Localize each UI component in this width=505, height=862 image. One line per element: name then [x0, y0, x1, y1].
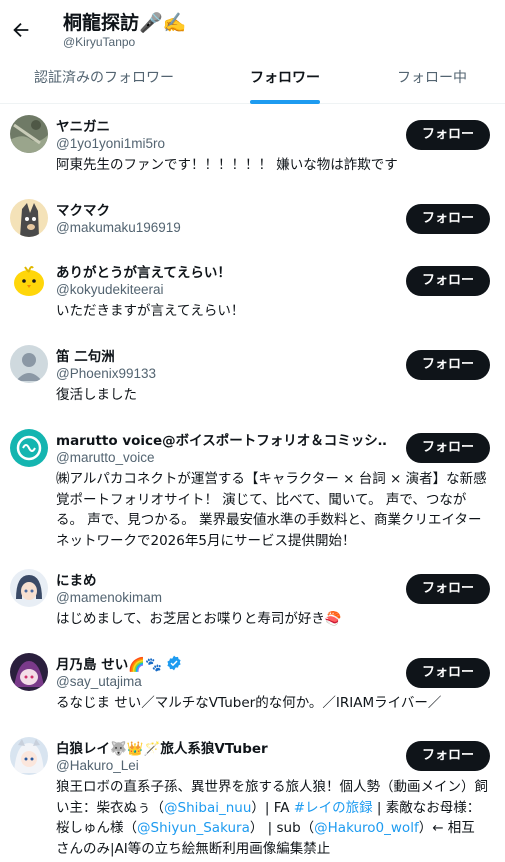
- user-bio: 復活しました: [56, 387, 137, 403]
- user-name[interactable]: にまめ: [56, 569, 97, 589]
- user-name-text[interactable]: 月乃島 せい🌈🐾: [56, 653, 162, 673]
- user-handle[interactable]: @Hakuro_Lei: [56, 758, 139, 773]
- user-bio: はじめまして、お芝居とお喋りと寿司が好き🍣: [56, 611, 342, 627]
- user-name[interactable]: 月乃島 せい🌈🐾: [56, 653, 182, 673]
- user-handle[interactable]: @1yo1yoni1mi5ro: [56, 136, 165, 151]
- avatar[interactable]: [10, 115, 48, 153]
- bio-text: ） | sub（: [249, 820, 315, 836]
- user-name[interactable]: マクマク: [56, 199, 110, 219]
- user-name[interactable]: 白狼レイ🐺👑🪄旅人系狼VTuber: [56, 737, 268, 757]
- profile-title: 桐龍探訪🎤✍️: [63, 12, 187, 34]
- user-handle[interactable]: @marutto_voice: [56, 450, 155, 465]
- follow-button[interactable]: フォロー: [406, 433, 490, 463]
- avatar[interactable]: [10, 429, 48, 467]
- avatar[interactable]: [10, 653, 48, 691]
- user-handle[interactable]: @Phoenix99133: [56, 366, 156, 381]
- user-name[interactable]: ヤニガニ: [56, 115, 110, 135]
- user-name[interactable]: ありがとうが言えてえらい！: [56, 261, 231, 281]
- bio-mention-link[interactable]: @Hakuro0_wolf: [314, 820, 419, 836]
- user-bio: いただきますが言えてえらい！: [56, 303, 245, 319]
- user-name[interactable]: 笛 二句洲: [56, 345, 115, 365]
- user-bio: ㈱アルパカコネクトが運営する【キャラクター × 台詞 × 演者】な新感覚ポートフ…: [56, 471, 487, 549]
- user-handle[interactable]: @say_utajima: [56, 674, 142, 689]
- bio-text: ）| FA: [251, 799, 294, 816]
- profile-header: 桐龍探訪🎤✍️ @KiryuTanpo: [0, 0, 505, 56]
- verified-badge-icon: [167, 655, 181, 671]
- user-name[interactable]: marutto voice@ボイスポートフォリオ＆コミッシ…: [56, 429, 386, 449]
- tab-following[interactable]: フォロー中: [397, 56, 467, 104]
- bio-mention-link[interactable]: @Shiyun_Sakura: [137, 820, 250, 836]
- follow-button[interactable]: フォロー: [406, 120, 490, 150]
- back-arrow-icon[interactable]: [10, 19, 32, 41]
- tab-followers[interactable]: フォロワー: [250, 56, 320, 104]
- follower-tabs: 認証済みのフォロワー フォロワー フォロー中: [0, 56, 505, 104]
- follow-button[interactable]: フォロー: [406, 741, 490, 771]
- follow-button[interactable]: フォロー: [406, 350, 490, 380]
- bio-mention-link[interactable]: @Shibai_nuu: [164, 800, 251, 816]
- avatar[interactable]: [10, 737, 48, 775]
- follow-button[interactable]: フォロー: [406, 204, 490, 234]
- avatar[interactable]: [10, 261, 48, 299]
- bio-hashtag-link[interactable]: #レイの旅録: [294, 800, 373, 816]
- user-handle[interactable]: @kokyudekiteerai: [56, 282, 164, 297]
- follow-button[interactable]: フォロー: [406, 574, 490, 604]
- profile-handle: @KiryuTanpo: [63, 35, 136, 49]
- active-tab-indicator: [250, 100, 320, 104]
- follow-button[interactable]: フォロー: [406, 658, 490, 688]
- user-name-text[interactable]: marutto voice@ボイスポートフォリオ＆コミッシ…: [56, 429, 386, 449]
- user-bio: 狼王ロボの直系子孫、異世界を旅する旅人狼！個人勢（動画メイン）飼い主：柴衣ぬぅ（…: [56, 777, 488, 859]
- user-bio: るなじま せい／マルチなVTuber的な何か。／IRIAMライバー／: [56, 695, 442, 711]
- user-handle[interactable]: @mamenokimam: [56, 590, 162, 605]
- user-bio: 阿東先生のファンです！！！！！！ 嫌いな物は詐欺です: [56, 157, 398, 173]
- follow-button[interactable]: フォロー: [406, 266, 490, 296]
- avatar[interactable]: [10, 345, 48, 383]
- tab-verified-followers[interactable]: 認証済みのフォロワー: [34, 56, 174, 104]
- user-handle[interactable]: @makumaku196919: [56, 220, 181, 235]
- avatar[interactable]: [10, 569, 48, 607]
- avatar[interactable]: [10, 199, 48, 237]
